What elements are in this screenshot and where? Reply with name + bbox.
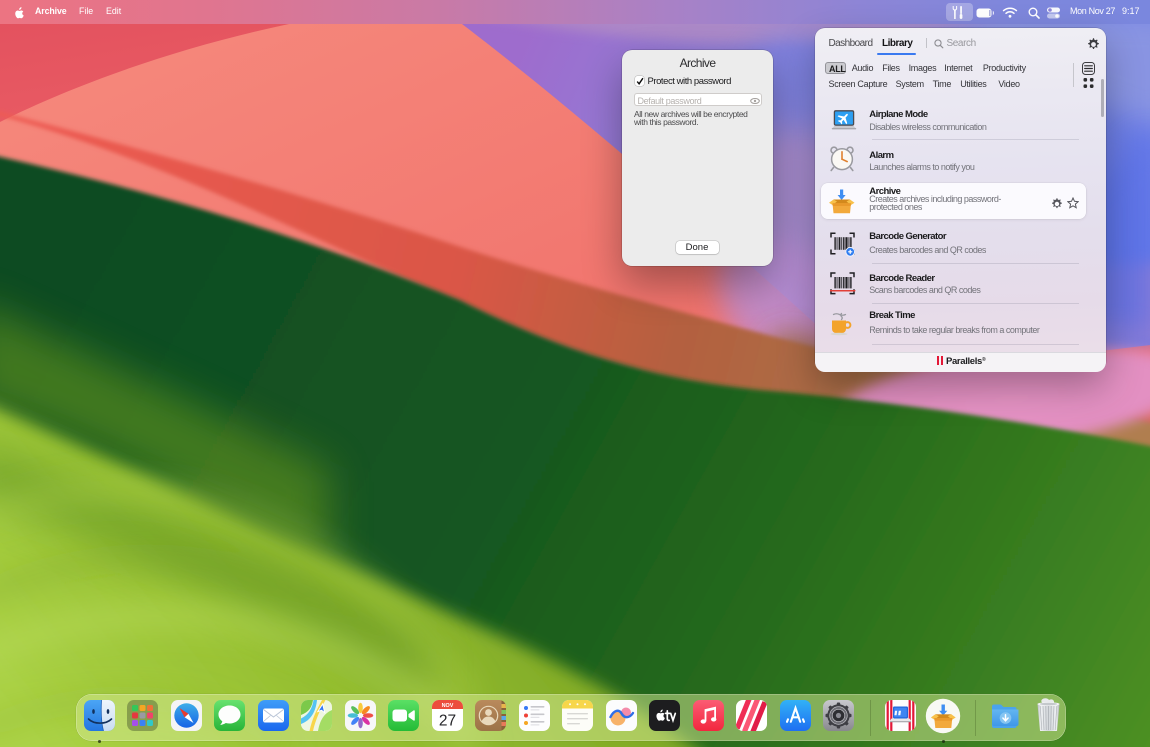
svg-text:27: 27 [438, 713, 455, 730]
svg-text:NOV: NOV [441, 703, 453, 709]
